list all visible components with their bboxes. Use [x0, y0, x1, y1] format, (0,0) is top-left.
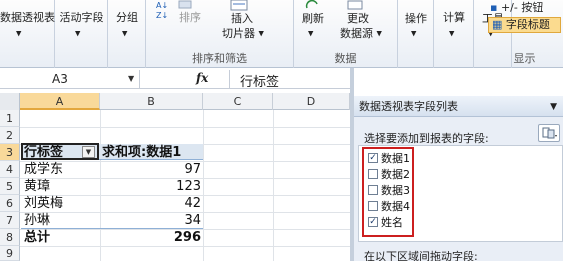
insert-slicer-button-line1[interactable]: 插入 [222, 12, 262, 25]
data-group-label: 数据 [334, 52, 357, 65]
highlight-box [362, 147, 414, 237]
active-cell-outline [21, 143, 99, 160]
plus-minus-label: +/- 按钮 [500, 1, 544, 14]
column-header-c[interactable]: C [203, 93, 273, 110]
column-header-d[interactable]: D [273, 93, 350, 110]
insert-slicer-label: 切片器 [222, 27, 256, 40]
gridline [20, 127, 350, 128]
active-field-group: 活动字段 ▼ [55, 0, 108, 68]
refresh-caret-icon[interactable]: ▼ [308, 27, 313, 41]
column-header-a[interactable]: A [20, 93, 100, 110]
insert-slicer-button-line2[interactable]: 切片器 ▼ [216, 27, 270, 41]
change-source-button-line2[interactable]: 数据源 ▼ [330, 27, 392, 41]
row-header-7[interactable]: 7 [0, 212, 20, 229]
plus-minus-button[interactable]: ▪ +/- 按钮 [490, 1, 562, 14]
row-header-4[interactable]: 4 [0, 161, 20, 178]
actions-caret-icon[interactable]: ▼ [411, 27, 416, 41]
field-headers-button[interactable]: ▦ 字段标题 [488, 17, 561, 33]
field-list-title: 数据透视表字段列表 [354, 96, 563, 117]
row-header-8[interactable]: 8 [0, 229, 20, 246]
svg-text:A↓: A↓ [156, 1, 168, 10]
row-header-6[interactable]: 6 [0, 195, 20, 212]
active-field-button[interactable]: 活动字段 [55, 11, 108, 24]
change-source-caret-icon: ▼ [376, 29, 382, 38]
pivot-row-value[interactable]: 123 [102, 179, 201, 194]
pivot-row-name[interactable]: 黄璋 [24, 179, 50, 194]
field-headers-icon: ▦ [492, 18, 503, 31]
calculations-group: 计算 ▼ [434, 0, 474, 68]
plus-minus-icon: ▪ [490, 1, 498, 14]
pivot-row-value[interactable]: 42 [102, 196, 201, 211]
pivot-table-group: 数据透视表 ▼ [0, 0, 55, 68]
svg-text:Z↓: Z↓ [156, 11, 168, 20]
sort-za-icon[interactable]: Z↓ [154, 10, 172, 20]
show-group-label: 显示 [513, 52, 536, 65]
ribbon: 数据透视表 ▼ 活动字段 ▼ 分组 ▼ A↓ Z↓ 排序 插入 切片器 ▼ 排序… [0, 0, 563, 68]
gridline [20, 246, 350, 247]
sort-button[interactable]: 排序 [174, 11, 206, 24]
function-area: fx [140, 70, 230, 89]
row-header-3[interactable]: 3 [0, 144, 20, 161]
sort-filter-group-label: 排序和筛选 [192, 52, 247, 65]
change-source-icon [347, 0, 363, 10]
pivot-value-header[interactable]: 求和项:数据1 [102, 145, 181, 160]
change-source-label: 数据源 [340, 27, 374, 40]
pivot-row-value[interactable]: 97 [102, 162, 201, 177]
row-header-5[interactable]: 5 [0, 178, 20, 195]
pivot-table-button[interactable]: 数据透视表 [0, 11, 55, 24]
name-box-value: A3 [52, 72, 68, 86]
data-group: 刷新 ▼ 更改 数据源 ▼ 数据 [294, 0, 398, 68]
gridline [273, 110, 274, 261]
group-group: 分组 ▼ [108, 0, 146, 68]
calculations-caret-icon[interactable]: ▼ [449, 27, 454, 41]
refresh-button[interactable]: 刷新 [296, 12, 330, 25]
show-group: ▪ +/- 按钮 ▦ 字段标题 显示 [486, 0, 563, 68]
pivot-total-label[interactable]: 总计 [24, 230, 50, 245]
formula-bar: A3 ▼ fx 行标签 [0, 70, 350, 90]
panel-menu-caret-icon[interactable]: ▼ [550, 102, 557, 112]
row-header-1[interactable]: 1 [0, 110, 20, 127]
group-button[interactable]: 分组 [108, 11, 146, 24]
insert-slicer-caret-icon: ▼ [258, 29, 264, 38]
group-caret-icon[interactable]: ▼ [122, 27, 127, 41]
panel-top-area [354, 68, 563, 96]
insert-function-icon[interactable]: fx [196, 71, 208, 85]
pivot-table-caret-icon[interactable]: ▼ [16, 27, 21, 41]
change-source-button-line1[interactable]: 更改 [336, 12, 380, 25]
sort-az-icon[interactable]: A↓ [154, 0, 172, 10]
pivot-total-value[interactable]: 296 [102, 230, 201, 245]
choose-fields-label: 选择要添加到报表的字段: [364, 132, 489, 145]
actions-group: 操作 ▼ [398, 0, 434, 68]
pivot-row-name[interactable]: 刘英梅 [24, 196, 63, 211]
refresh-icon [305, 0, 318, 9]
formula-input[interactable]: 行标签 [240, 71, 279, 90]
pivot-row-name[interactable]: 孙琳 [24, 213, 50, 228]
row-header-2[interactable]: 2 [0, 127, 20, 144]
actions-button[interactable]: 操作 [398, 12, 434, 25]
field-list-layout-button[interactable] [538, 124, 560, 142]
drag-fields-label: 在以下区域间拖动字段: [364, 250, 478, 261]
name-box[interactable]: A3 ▼ [0, 70, 140, 89]
pivot-field-list-panel: 数据透视表字段列表 ▼ 选择要添加到报表的字段: ✓ 数据1 数据2 数据3 数… [354, 68, 563, 261]
slicer-icon [230, 0, 248, 11]
sort-filter-group: A↓ Z↓ 排序 插入 切片器 ▼ 排序和筛选 [146, 0, 294, 68]
gridline [203, 110, 204, 261]
column-header-row: A B C D [0, 93, 350, 110]
select-all-corner[interactable] [0, 93, 20, 110]
row-header-9[interactable]: 9 [0, 246, 20, 261]
pivot-row-name[interactable]: 成学东 [24, 162, 63, 177]
name-box-dropdown-icon[interactable]: ▼ [128, 74, 134, 83]
layout-icon [542, 127, 557, 139]
column-header-b[interactable]: B [100, 93, 203, 110]
field-headers-label: 字段标题 [505, 18, 550, 31]
sort-icon [178, 0, 192, 9]
pivot-row-value[interactable]: 34 [102, 213, 201, 228]
active-field-caret-icon[interactable]: ▼ [75, 27, 80, 41]
calculations-button[interactable]: 计算 [434, 11, 474, 24]
worksheet-grid[interactable]: A B C D 1 2 3 4 5 6 7 8 9 行标签 ▼ 求和项:数据1 … [0, 93, 350, 261]
